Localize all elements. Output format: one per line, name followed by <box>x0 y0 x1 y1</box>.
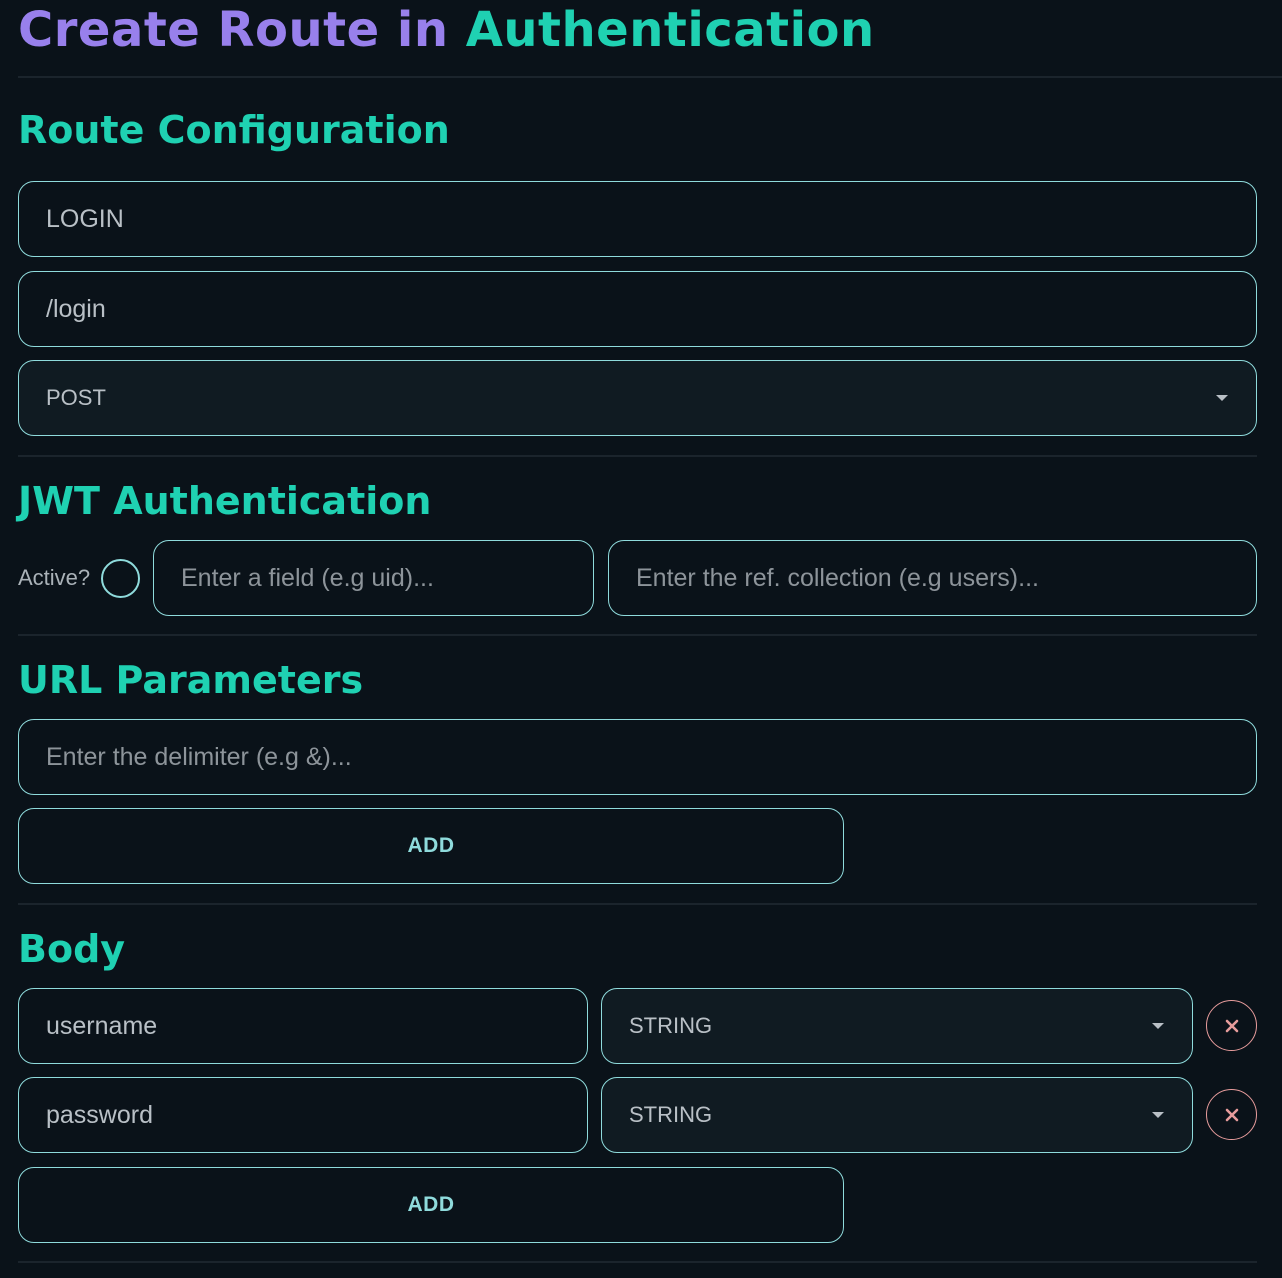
close-icon <box>1225 1019 1238 1032</box>
body-field-name-input[interactable]: username <box>18 988 588 1064</box>
route-path-input[interactable]: /login <box>18 271 1257 347</box>
jwt-field-input[interactable]: Enter a field (e.g uid)... <box>153 540 594 616</box>
delimiter-input[interactable]: Enter the delimiter (e.g &)... <box>18 719 1257 795</box>
jwt-auth-title: JWT Authentication <box>18 479 432 523</box>
section-divider <box>18 455 1257 457</box>
add-body-field-button[interactable]: ADD <box>18 1167 844 1243</box>
page-title-prefix: Create Route in <box>18 2 466 58</box>
jwt-collection-input[interactable]: Enter the ref. collection (e.g users)... <box>608 540 1257 616</box>
chevron-down-icon <box>1152 1023 1164 1029</box>
header-divider <box>18 76 1282 78</box>
section-divider <box>18 903 1257 905</box>
section-divider <box>18 1261 1257 1263</box>
body-field-type-select[interactable]: STRING <box>601 1077 1193 1153</box>
route-name-input[interactable]: LOGIN <box>18 181 1257 257</box>
page-title-collection: Authentication <box>465 2 875 58</box>
chevron-down-icon <box>1152 1112 1164 1118</box>
add-url-param-button[interactable]: ADD <box>18 808 844 884</box>
body-field-name-input[interactable]: password <box>18 1077 588 1153</box>
remove-body-field-button[interactable] <box>1206 1089 1257 1140</box>
body-field-type-value: STRING <box>629 1102 713 1127</box>
method-select[interactable]: POST <box>18 360 1257 436</box>
method-select-value: POST <box>46 385 106 410</box>
body-field-type-value: STRING <box>629 1013 713 1038</box>
remove-body-field-button[interactable] <box>1206 1000 1257 1051</box>
close-icon <box>1225 1108 1238 1121</box>
section-divider <box>18 634 1257 636</box>
jwt-active-label: Active? <box>18 565 91 590</box>
body-title: Body <box>18 927 126 971</box>
body-field-type-select[interactable]: STRING <box>601 988 1193 1064</box>
jwt-active-radio[interactable] <box>101 559 140 598</box>
route-config-title: Route Configuration <box>18 108 450 152</box>
chevron-down-icon <box>1216 395 1228 401</box>
url-params-title: URL Parameters <box>18 658 364 702</box>
page-title: Create Route in Authentication <box>18 2 875 58</box>
